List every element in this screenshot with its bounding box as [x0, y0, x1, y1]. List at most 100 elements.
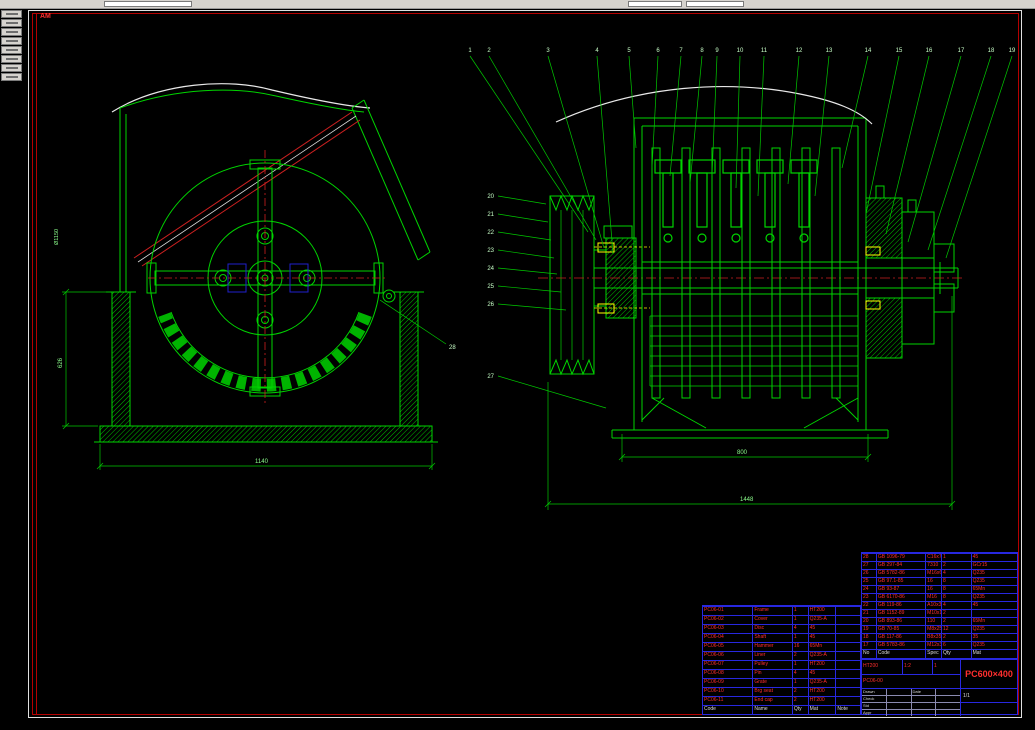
bom-cell: 7310 — [925, 561, 941, 569]
bom-cell: 65Mn — [807, 642, 836, 651]
bom-row: 24 GB 93-87 16 8 65Mn — [862, 585, 1017, 593]
bom-table-left: PC06-01 Frame 1 HT200 PC06-02 Cover 1 Q235-A PC0… — [702, 605, 861, 715]
bom-cell: 8 — [940, 585, 971, 593]
title-block-bottom: Drawn Date Check Std Appr 1/1 — [862, 689, 1017, 716]
bom-row: PC06-05 Hammer 16 65Mn — [703, 642, 860, 651]
left-toolbar-button-4[interactable] — [1, 37, 22, 45]
bom-header-cell: Mat — [970, 649, 1017, 658]
svg-text:4: 4 — [595, 48, 599, 54]
svg-text:5: 5 — [627, 48, 631, 54]
bom-cell: GB 97.1-85 — [875, 577, 926, 585]
bom-header-cell: Name — [752, 705, 792, 714]
bom-cell: 2 — [940, 633, 971, 641]
bom-cell: M10x1 — [925, 609, 941, 617]
bom-cell: 2 — [940, 617, 971, 625]
bom-cell: GB 297-84 — [875, 561, 926, 569]
bom-header-cell: Spec — [925, 649, 941, 658]
bom-cell: 1 — [791, 660, 808, 669]
bom-table-right: 28GB 1096-79C16x7014527GB 297-8473102GCr… — [861, 552, 1018, 659]
svg-text:15: 15 — [896, 48, 903, 54]
bom-cell: 19 — [862, 625, 876, 633]
bom-cell: Disc — [752, 624, 792, 633]
bom-cell: End cap — [752, 696, 792, 705]
svg-text:21: 21 — [487, 212, 494, 218]
signature-cell — [935, 710, 960, 716]
cad-app-window: AM 1140 626 Ø1150 28 800 1448 1 2 3 4 5 … — [0, 0, 1035, 730]
signature-row: Std — [862, 702, 960, 709]
bom-row: 20 GB 893-86 110 2 65Mn — [862, 617, 1017, 625]
tool-icon — [5, 58, 18, 60]
callout-leaders-top — [469, 55, 1013, 259]
bom-cell: 23 — [862, 593, 876, 601]
title-block-fields: HT200 1:2 1 PC06-00 — [862, 660, 961, 688]
bom-cell — [835, 651, 860, 660]
left-toolbar-button-2[interactable] — [1, 19, 22, 27]
bom-cell: M12x30 — [925, 641, 941, 649]
left-toolbar-button-8[interactable] — [1, 73, 22, 81]
callout-numbers-top: 1 2 3 4 5 6 7 8 9 10 11 12 13 14 15 16 1… — [468, 48, 1016, 54]
top-toolbar — [0, 0, 1035, 9]
bom-header-cell: Mat — [807, 705, 836, 714]
left-toolbar-button-1[interactable] — [1, 10, 22, 18]
bom-cell: 65Mn — [970, 617, 1017, 625]
bom-cell: 45 — [807, 633, 836, 642]
bom-cell: 45 — [807, 669, 836, 678]
bom-row: PC06-08 Pin 4 45 — [703, 669, 860, 678]
bom-cell — [835, 624, 860, 633]
dim-left-width: 1140 — [255, 459, 269, 465]
bom-cell: HT200 — [807, 687, 836, 696]
toolbar-field-3[interactable] — [686, 1, 744, 7]
bom-cell: 45 — [970, 601, 1017, 609]
bom-cell: 2 — [791, 696, 808, 705]
bom-cell: Pulley — [752, 660, 792, 669]
tool-icon — [5, 22, 18, 24]
svg-text:14: 14 — [865, 48, 872, 54]
bom-cell: Shaft — [752, 633, 792, 642]
bom-cell: Q235 — [970, 625, 1017, 633]
svg-text:12: 12 — [796, 48, 803, 54]
dim-right-inner: 800 — [737, 450, 748, 456]
bom-row: PC06-01 Frame 1 HT200 — [703, 606, 860, 615]
bom-cell — [835, 687, 860, 696]
bom-row: 22GB 119-86A10x30445 — [862, 601, 1017, 609]
drawing-title: PC600×400 — [965, 669, 1013, 679]
bom-cell: 6 — [940, 641, 971, 649]
svg-text:13: 13 — [826, 48, 833, 54]
bom-cell: 16 — [925, 585, 941, 593]
svg-text:16: 16 — [926, 48, 933, 54]
bom-cell: 24 — [862, 585, 876, 593]
svg-text:22: 22 — [487, 230, 494, 236]
bom-cell: Hammer — [752, 642, 792, 651]
bom-cell: GB 6170-86 — [875, 593, 926, 601]
toolbar-field-1[interactable] — [104, 1, 192, 7]
bom-cell — [970, 609, 1017, 617]
left-toolbar-button-5[interactable] — [1, 46, 22, 54]
bom-cell: Q235-A — [807, 678, 836, 687]
bom-cell — [835, 642, 860, 651]
bom-cell: PC06-09 — [703, 678, 753, 687]
bom-cell: GCr15 — [970, 561, 1017, 569]
bom-cell — [835, 633, 860, 642]
bom-header-cell: Note — [835, 705, 860, 714]
bom-row: PC06-02 Cover 1 Q235-A — [703, 615, 860, 624]
left-toolbar-button-3[interactable] — [1, 28, 22, 36]
svg-text:19: 19 — [1009, 48, 1016, 54]
svg-text:25: 25 — [487, 284, 494, 290]
callout-leaders-left — [497, 195, 607, 409]
title-block-top: HT200 1:2 1 PC06-00 PC600×400 — [862, 660, 1017, 689]
bom-cell — [835, 678, 860, 687]
toolbar-field-2[interactable] — [628, 1, 682, 7]
signature-cell — [885, 710, 911, 716]
tool-icon — [5, 13, 18, 15]
bom-cell: 8 — [940, 577, 971, 585]
tool-icon — [5, 76, 18, 78]
left-toolbar-button-7[interactable] — [1, 64, 22, 72]
title-block-sheet: 1/1 — [963, 692, 970, 699]
bom-header-cell: Qty — [940, 649, 971, 658]
bom-cell: 2 — [791, 687, 808, 696]
svg-text:26: 26 — [487, 302, 494, 308]
bom-cell: PC06-01 — [703, 606, 753, 615]
bom-cell: PC06-04 — [703, 633, 753, 642]
bom-cell: Liner — [752, 651, 792, 660]
left-toolbar-button-6[interactable] — [1, 55, 22, 63]
